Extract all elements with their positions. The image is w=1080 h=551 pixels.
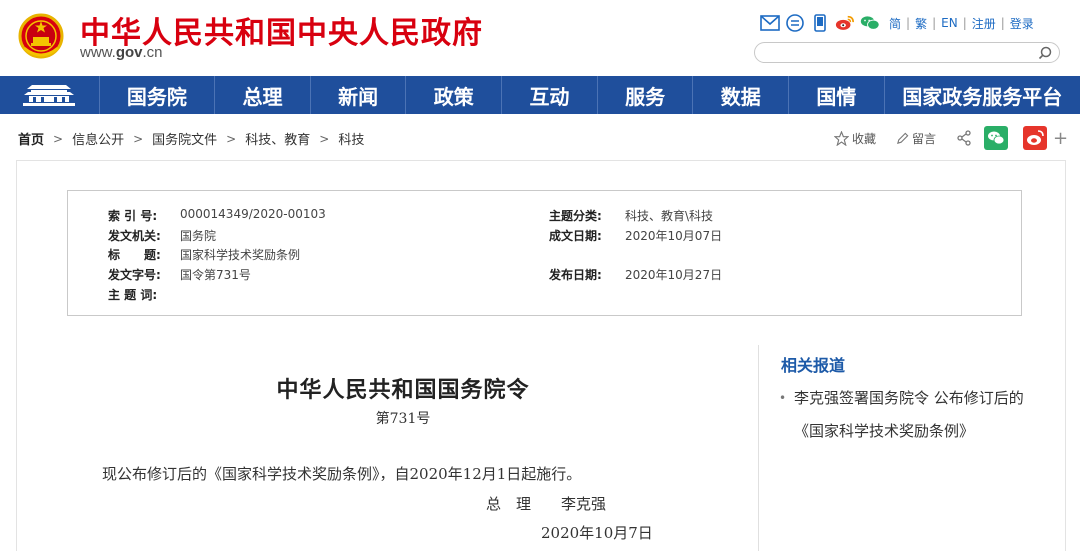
lang-english-link[interactable]: EN bbox=[941, 16, 958, 30]
nav-item-data[interactable]: 数据 bbox=[693, 76, 790, 114]
search-icon[interactable] bbox=[1037, 45, 1053, 61]
meta-published-row: 发布日期: 2020年10月27日 bbox=[549, 266, 722, 283]
meta-issuer-label: 发文机关: bbox=[108, 229, 161, 243]
meta-title-label: 标 题: bbox=[108, 248, 161, 262]
national-emblem-icon[interactable] bbox=[18, 12, 64, 62]
pencil-icon bbox=[897, 132, 909, 144]
site-domain: www.gov.cn bbox=[80, 44, 163, 61]
lang-traditional-link[interactable]: 繁 bbox=[915, 15, 927, 32]
nav-item-state-council[interactable]: 国务院 bbox=[100, 76, 216, 114]
mail-icon[interactable] bbox=[760, 13, 780, 33]
meta-docno-value: 国令第731号 bbox=[180, 268, 251, 282]
document-metadata-table: 索 引 号: 000014349/2020-00103 发文机关: 国务院 标 … bbox=[67, 190, 1022, 316]
meta-title-value: 国家科学技术奖励条例 bbox=[180, 248, 301, 262]
meta-index-label: 索 引 号: bbox=[108, 209, 158, 223]
nav-item-national-info[interactable]: 国情 bbox=[789, 76, 885, 114]
domain-suffix: .cn bbox=[142, 44, 163, 61]
breadcrumb: 首页 > 信息公开 > 国务院文件 > 科技、教育 > 科技 bbox=[18, 129, 364, 149]
login-link[interactable]: 登录 bbox=[1010, 15, 1034, 32]
more-share-plus-icon[interactable]: + bbox=[1053, 128, 1068, 149]
meta-category-value: 科技、教育\科技 bbox=[625, 209, 714, 223]
share-weibo-icon[interactable] bbox=[1023, 126, 1048, 150]
related-report-link[interactable]: • 李克强签署国务院令 公布修订后的《国家科学技术奖励条例》 bbox=[779, 382, 1029, 448]
chat-bubble-icon[interactable] bbox=[785, 13, 805, 33]
meta-written-label: 成文日期: bbox=[549, 229, 602, 243]
meta-docno-label: 发文字号: bbox=[108, 268, 161, 282]
breadcrumb-home[interactable]: 首页 bbox=[18, 129, 44, 148]
meta-title-row: 标 题: 国家科学技术奖励条例 bbox=[108, 246, 300, 263]
nav-item-interaction[interactable]: 互动 bbox=[502, 76, 598, 114]
favorite-label: 收藏 bbox=[852, 131, 877, 146]
favorite-button[interactable]: 收藏 bbox=[834, 130, 876, 147]
language-links: 简 | 繁 | EN | 注册 | 登录 bbox=[889, 15, 1034, 32]
meta-category-row: 主题分类: 科技、教育\科技 bbox=[549, 207, 713, 224]
chevron-right-icon: > bbox=[53, 131, 64, 146]
share-tools: 收藏 留言 + bbox=[834, 126, 1068, 150]
top-tools: 简 | 繁 | EN | 注册 | 登录 bbox=[760, 12, 1034, 34]
mobile-icon[interactable] bbox=[810, 13, 830, 33]
meta-issuer-value: 国务院 bbox=[180, 229, 217, 243]
domain-prefix: www. bbox=[80, 44, 116, 61]
document-signer: 总 理 李克强 bbox=[486, 495, 607, 513]
meta-issuer-row: 发文机关: 国务院 bbox=[108, 227, 216, 244]
bullet-icon: • bbox=[779, 391, 787, 405]
chevron-right-icon: > bbox=[133, 131, 144, 146]
nav-item-premier[interactable]: 总理 bbox=[215, 76, 311, 114]
meta-docno-row: 发文字号: 国令第731号 bbox=[108, 266, 251, 283]
breadcrumb-science[interactable]: 科技 bbox=[338, 129, 364, 148]
related-report-text[interactable]: 李克强签署国务院令 公布修订后的《国家科学技术奖励条例》 bbox=[794, 382, 1029, 448]
weibo-icon[interactable] bbox=[835, 13, 855, 33]
meta-index-value: 000014349/2020-00103 bbox=[180, 207, 326, 221]
nav-item-policy[interactable]: 政策 bbox=[406, 76, 503, 114]
wechat-icon[interactable] bbox=[860, 13, 880, 33]
breadcrumb-info-disclosure[interactable]: 信息公开 bbox=[72, 129, 124, 148]
separator: | bbox=[906, 16, 911, 30]
chevron-right-icon: > bbox=[226, 131, 237, 146]
breadcrumb-sci-edu[interactable]: 科技、教育 bbox=[245, 129, 310, 148]
meta-written-value: 2020年10月07日 bbox=[625, 229, 723, 243]
comment-button[interactable]: 留言 bbox=[896, 130, 936, 147]
meta-keywords-label: 主 题 词: bbox=[108, 288, 158, 302]
meta-written-row: 成文日期: 2020年10月07日 bbox=[549, 227, 722, 244]
meta-index-row: 索 引 号: 000014349/2020-00103 bbox=[108, 207, 326, 224]
document-body: 现公布修订后的《国家科学技术奖励条例》，自2020年12月1日起施行。 bbox=[102, 465, 582, 483]
separator: | bbox=[1000, 16, 1005, 30]
separator: | bbox=[962, 16, 967, 30]
breadcrumb-state-council-docs[interactable]: 国务院文件 bbox=[152, 129, 217, 148]
nav-home-gate-icon[interactable] bbox=[0, 76, 100, 114]
site-header: 中华人民共和国中央人民政府 www.gov.cn 简 | 繁 | EN | 注册… bbox=[0, 0, 1080, 76]
star-icon bbox=[834, 130, 849, 146]
nav-item-gov-service-platform[interactable]: 国家政务服务平台 bbox=[885, 76, 1080, 114]
main-nav: 国务院 总理 新闻 政策 互动 服务 数据 国情 国家政务服务平台 bbox=[0, 76, 1080, 114]
document-number: 第731号 bbox=[375, 411, 431, 427]
meta-keywords-row: 主 题 词: bbox=[108, 286, 180, 303]
comment-label: 留言 bbox=[912, 131, 937, 146]
separator: | bbox=[932, 16, 937, 30]
share-wechat-icon[interactable] bbox=[984, 126, 1009, 150]
domain-main: gov bbox=[115, 44, 143, 61]
document-title: 中华人民共和国国务院令 bbox=[276, 377, 530, 403]
nav-item-service[interactable]: 服务 bbox=[598, 76, 694, 114]
lang-simplified-link[interactable]: 简 bbox=[889, 15, 901, 32]
search-input[interactable] bbox=[754, 42, 1060, 63]
meta-published-value: 2020年10月27日 bbox=[625, 268, 723, 282]
meta-published-label: 发布日期: bbox=[549, 268, 602, 282]
share-icon[interactable] bbox=[956, 130, 972, 146]
nav-item-news[interactable]: 新闻 bbox=[311, 76, 407, 114]
chevron-right-icon: > bbox=[319, 131, 330, 146]
register-link[interactable]: 注册 bbox=[972, 15, 996, 32]
related-reports-heading: 相关报道 bbox=[781, 356, 846, 375]
meta-category-label: 主题分类: bbox=[549, 209, 602, 223]
document-date: 2020年10月7日 bbox=[541, 524, 653, 542]
